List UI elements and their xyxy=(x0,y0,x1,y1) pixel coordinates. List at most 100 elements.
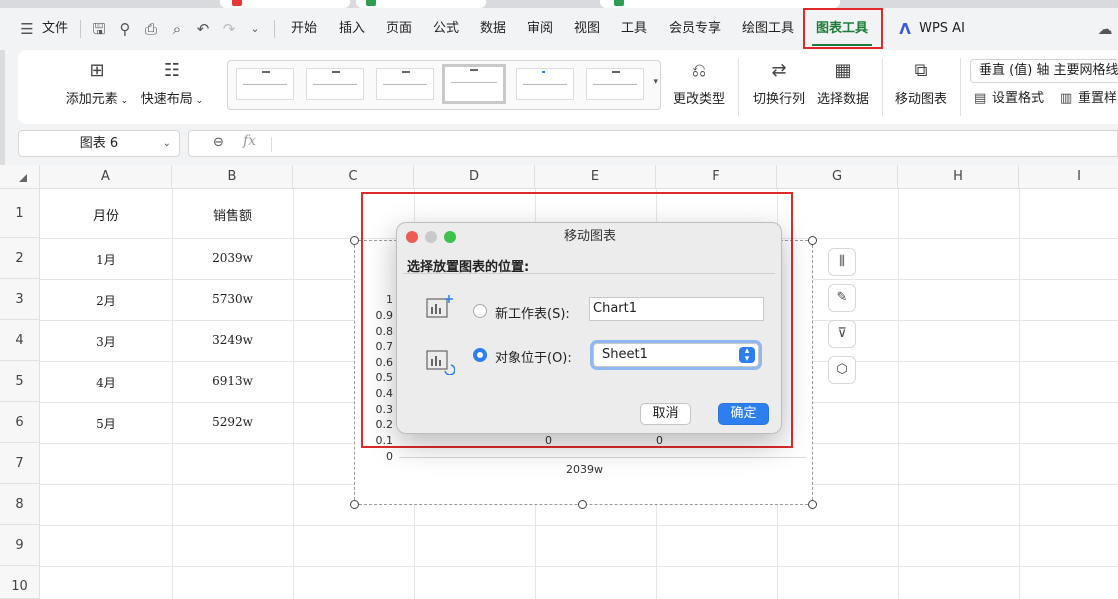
resize-handle[interactable] xyxy=(350,500,359,509)
row-header-5[interactable]: 5 xyxy=(0,361,40,402)
move-chart-dialog: 移动图表 选择放置图表的位置: 新工作表(S): Chart1 对象位于(O):… xyxy=(396,222,782,434)
select-stepper-icon: ▴ ▾ xyxy=(739,347,755,364)
tab-drawing-tools[interactable]: 绘图工具 xyxy=(738,8,798,50)
cell-month[interactable]: 5月 xyxy=(40,415,172,432)
tab-member[interactable]: 会员专享 xyxy=(664,8,726,50)
name-box[interactable]: 图表 6 ⌄ xyxy=(18,130,180,157)
select-all-corner[interactable] xyxy=(0,165,40,189)
dialog-title: 移动图表 xyxy=(563,229,616,244)
chart-style-5[interactable] xyxy=(516,68,574,100)
tab-review[interactable]: 审阅 xyxy=(522,8,558,50)
menu-wps-ai[interactable]: WPS AI xyxy=(916,8,968,50)
column-header-i[interactable]: I xyxy=(1019,165,1118,189)
column-header-e[interactable]: E xyxy=(535,165,656,189)
zoom-search-icon[interactable]: ⊖ xyxy=(213,135,224,150)
column-header-h[interactable]: H xyxy=(898,165,1019,189)
set-format-icon: ▤ xyxy=(974,91,987,106)
resize-handle[interactable] xyxy=(808,500,817,509)
chart-style-6[interactable] xyxy=(586,68,644,100)
cell-sales[interactable]: 5292w xyxy=(172,415,293,429)
sheet-file-icon xyxy=(366,0,376,6)
new-sheet-chart-icon xyxy=(426,295,453,318)
hamburger-menu-icon[interactable]: ☰ xyxy=(18,20,36,38)
save-icon[interactable]: 🖫 xyxy=(90,20,108,38)
add-element-button[interactable]: ⊞ 添加元素 ⌄ xyxy=(62,60,132,107)
column-header-d[interactable]: D xyxy=(414,165,535,189)
row-header-4[interactable]: 4 xyxy=(0,320,40,361)
resize-handle[interactable] xyxy=(578,500,587,509)
chart-style-3[interactable] xyxy=(376,68,434,100)
cell-b1-header[interactable]: 销售额 xyxy=(172,205,293,224)
tab-page[interactable]: 页面 xyxy=(381,8,417,50)
row-header-1[interactable]: 1 xyxy=(0,189,40,238)
row-header-10[interactable]: 10 xyxy=(0,566,40,599)
select-data-button[interactable]: ▦ 选择数据 xyxy=(812,60,874,107)
row-header-9[interactable]: 9 xyxy=(0,525,40,566)
row-header-3[interactable]: 3 xyxy=(0,279,40,320)
undo-icon[interactable]: ↶ xyxy=(194,20,212,38)
tab-insert[interactable]: 插入 xyxy=(334,8,370,50)
cell-sales[interactable]: 3249w xyxy=(172,333,293,347)
tab-tools[interactable]: 工具 xyxy=(616,8,652,50)
cell-month[interactable]: 4月 xyxy=(40,374,172,391)
document-tab-active[interactable] xyxy=(600,0,840,8)
chart-settings-icon[interactable]: ⬡ xyxy=(828,356,856,384)
cell-month[interactable]: 1月 xyxy=(40,251,172,268)
set-format-button[interactable]: ▤ 设置格式 xyxy=(974,90,1044,108)
column-header-c[interactable]: C xyxy=(293,165,414,189)
fx-icon[interactable]: fx xyxy=(243,133,256,149)
chevron-down-icon[interactable]: ⌄ xyxy=(163,131,171,156)
document-tab[interactable] xyxy=(356,0,486,8)
document-tab[interactable] xyxy=(220,0,350,8)
change-type-label: 更改类型 xyxy=(672,92,725,107)
cell-sales[interactable]: 6913w xyxy=(172,374,293,388)
cell-a1-header[interactable]: 月份 xyxy=(40,205,172,224)
new-sheet-name-input[interactable]: Chart1 xyxy=(589,297,764,321)
gallery-expand-icon[interactable]: ▾ xyxy=(653,77,658,87)
change-type-button[interactable]: ⎌ 更改类型 xyxy=(668,60,730,107)
chart-style-2[interactable] xyxy=(306,68,364,100)
resize-handle[interactable] xyxy=(808,236,817,245)
column-header-g[interactable]: G xyxy=(777,165,898,189)
cell-month[interactable]: 2月 xyxy=(40,292,172,309)
print-icon[interactable]: ⎙ xyxy=(142,20,160,38)
quick-layout-button[interactable]: ☷ 快速布局 ⌄ xyxy=(137,60,207,107)
chart-elements-icon[interactable]: ⫼ xyxy=(828,248,856,276)
move-chart-button[interactable]: ⧉ 移动图表 xyxy=(890,60,952,107)
redo-icon[interactable]: ↷ xyxy=(220,20,238,38)
object-in-sheet-select[interactable]: Sheet1 ▴ ▾ xyxy=(593,343,759,367)
column-header-a[interactable]: A xyxy=(40,165,172,189)
tab-formula[interactable]: 公式 xyxy=(428,8,464,50)
resize-handle[interactable] xyxy=(350,236,359,245)
switch-row-col-button[interactable]: ⇄ 切换行列 xyxy=(748,60,810,107)
chart-filter-icon[interactable]: ⊽ xyxy=(828,320,856,348)
column-header-f[interactable]: F xyxy=(656,165,777,189)
tab-data[interactable]: 数据 xyxy=(475,8,511,50)
new-sheet-radio[interactable] xyxy=(473,304,487,318)
reset-style-button[interactable]: ▥ 重置样 xyxy=(1060,90,1117,108)
cloud-upload-icon[interactable]: ☁ xyxy=(1096,20,1114,38)
cell-sales[interactable]: 5730w xyxy=(172,292,293,306)
cancel-button[interactable]: 取消 xyxy=(640,403,691,425)
menu-separator xyxy=(80,20,81,38)
formula-bar[interactable]: ⊖ fx xyxy=(188,130,1118,157)
chart-style-1[interactable] xyxy=(236,68,294,100)
chart-style-brush-icon[interactable]: ✎ xyxy=(828,284,856,312)
row-header-8[interactable]: 8 xyxy=(0,484,40,525)
row-header-6[interactable]: 6 xyxy=(0,402,40,443)
tab-view[interactable]: 视图 xyxy=(569,8,605,50)
cell-sales[interactable]: 2039w xyxy=(172,251,293,265)
chart-style-4-selected[interactable] xyxy=(442,64,506,104)
column-header-b[interactable]: B xyxy=(172,165,293,189)
row-header-7[interactable]: 7 xyxy=(0,443,40,484)
ok-button[interactable]: 确定 xyxy=(718,403,769,425)
row-header-2[interactable]: 2 xyxy=(0,238,40,279)
tab-home[interactable]: 开始 xyxy=(286,8,322,50)
chart-element-select[interactable]: 垂直 (值) 轴 主要网格线 xyxy=(970,59,1118,83)
chevron-down-icon[interactable]: ⌄ xyxy=(246,20,264,38)
object-in-radio[interactable] xyxy=(473,348,487,362)
print-preview-icon[interactable]: ⌕ xyxy=(168,20,186,38)
format-painter-icon[interactable]: ⚲ xyxy=(116,20,134,38)
cell-month[interactable]: 3月 xyxy=(40,333,172,350)
menu-file[interactable]: 文件 xyxy=(40,8,70,50)
